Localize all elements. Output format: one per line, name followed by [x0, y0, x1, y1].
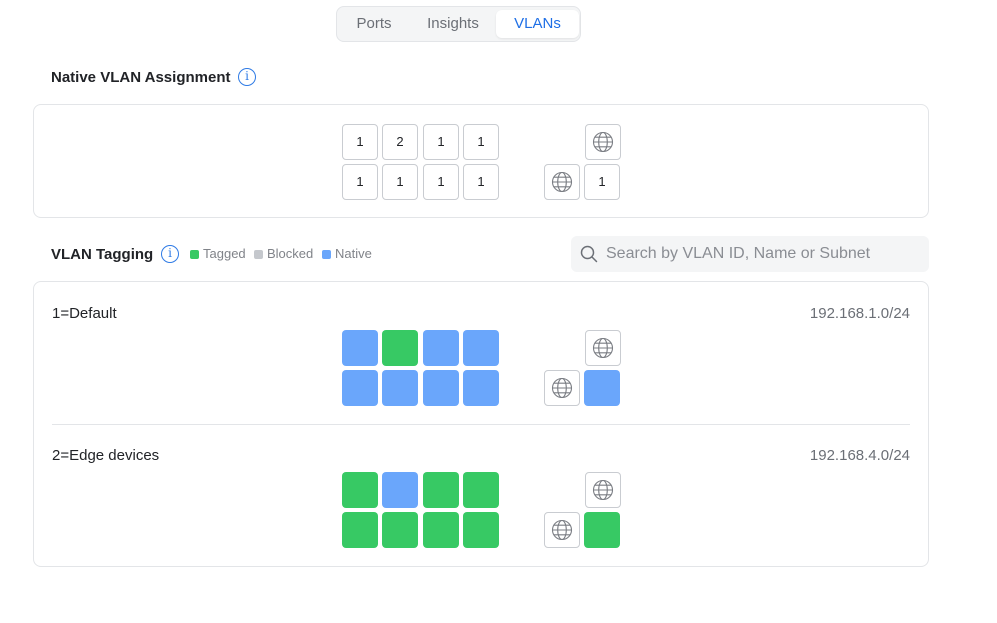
port-status-tagged[interactable] [423, 512, 459, 548]
uplink-port-globe-icon[interactable] [544, 370, 580, 406]
port-status-tagged[interactable] [463, 472, 499, 508]
vlan-subnet: 192.168.1.0/24 [809, 305, 910, 322]
search-icon [580, 245, 598, 263]
port-status-tagged[interactable] [382, 330, 418, 366]
port-status-native[interactable] [382, 370, 418, 406]
port-status-native[interactable] [382, 472, 418, 508]
uplink-port-globe-icon[interactable] [585, 124, 621, 160]
port-vlan-id[interactable]: 2 [382, 124, 418, 160]
legend-blocked-swatch [254, 250, 263, 259]
port-status-native[interactable] [463, 330, 499, 366]
port-vlan-id[interactable]: 1 [342, 164, 378, 200]
port-vlan-id[interactable]: 1 [463, 124, 499, 160]
legend-native-label: Native [335, 246, 372, 261]
vlan-tagging-title: VLAN Tagging [51, 246, 154, 263]
port-status-native[interactable] [423, 370, 459, 406]
port-vlan-id[interactable]: 1 [584, 164, 620, 200]
info-icon[interactable]: i [161, 245, 179, 263]
uplink-port-globe-icon[interactable] [585, 472, 621, 508]
port-status-tagged[interactable] [342, 512, 378, 548]
native-vlan-title: Native VLAN Assignment [51, 69, 231, 86]
uplink-port-globe-icon[interactable] [585, 330, 621, 366]
port-vlan-id[interactable]: 1 [382, 164, 418, 200]
port-status-tagged[interactable] [423, 472, 459, 508]
native-vlan-panel: 121111111 [33, 104, 929, 218]
tab-vlans[interactable]: VLANs [496, 10, 579, 38]
port-status-tagged[interactable] [342, 472, 378, 508]
uplink-port-globe-icon[interactable] [544, 512, 580, 548]
port-status-native[interactable] [342, 330, 378, 366]
tab-bar: Ports Insights VLANs [336, 6, 581, 42]
legend-native-swatch [322, 250, 331, 259]
vlan-tagging-panel: 1=Default 192.168.1.0/24 2=Edge devices … [33, 281, 929, 567]
port-status-tagged[interactable] [584, 512, 620, 548]
port-status-tagged[interactable] [382, 512, 418, 548]
port-vlan-id[interactable]: 1 [463, 164, 499, 200]
port-status-native[interactable] [584, 370, 620, 406]
vlan-search-input[interactable] [606, 236, 916, 272]
vlan-name: 2=Edge devices [52, 447, 160, 464]
legend-blocked-label: Blocked [267, 246, 314, 261]
port-status-native[interactable] [463, 370, 499, 406]
info-icon[interactable]: i [238, 68, 256, 86]
port-status-native[interactable] [342, 370, 378, 406]
port-vlan-id[interactable]: 1 [423, 124, 459, 160]
vlan-divider [52, 424, 910, 425]
vlan-search-box [571, 236, 929, 272]
vlan-subnet: 192.168.4.0/24 [809, 447, 910, 464]
legend-tagged-label: Tagged [203, 246, 246, 261]
port-status-native[interactable] [423, 330, 459, 366]
tab-insights[interactable]: Insights [411, 10, 495, 38]
tab-ports[interactable]: Ports [340, 10, 408, 38]
port-vlan-id[interactable]: 1 [423, 164, 459, 200]
vlan-name: 1=Default [52, 305, 117, 322]
port-vlan-id[interactable]: 1 [342, 124, 378, 160]
port-status-tagged[interactable] [463, 512, 499, 548]
legend-tagged-swatch [190, 250, 199, 259]
uplink-port-globe-icon[interactable] [544, 164, 580, 200]
